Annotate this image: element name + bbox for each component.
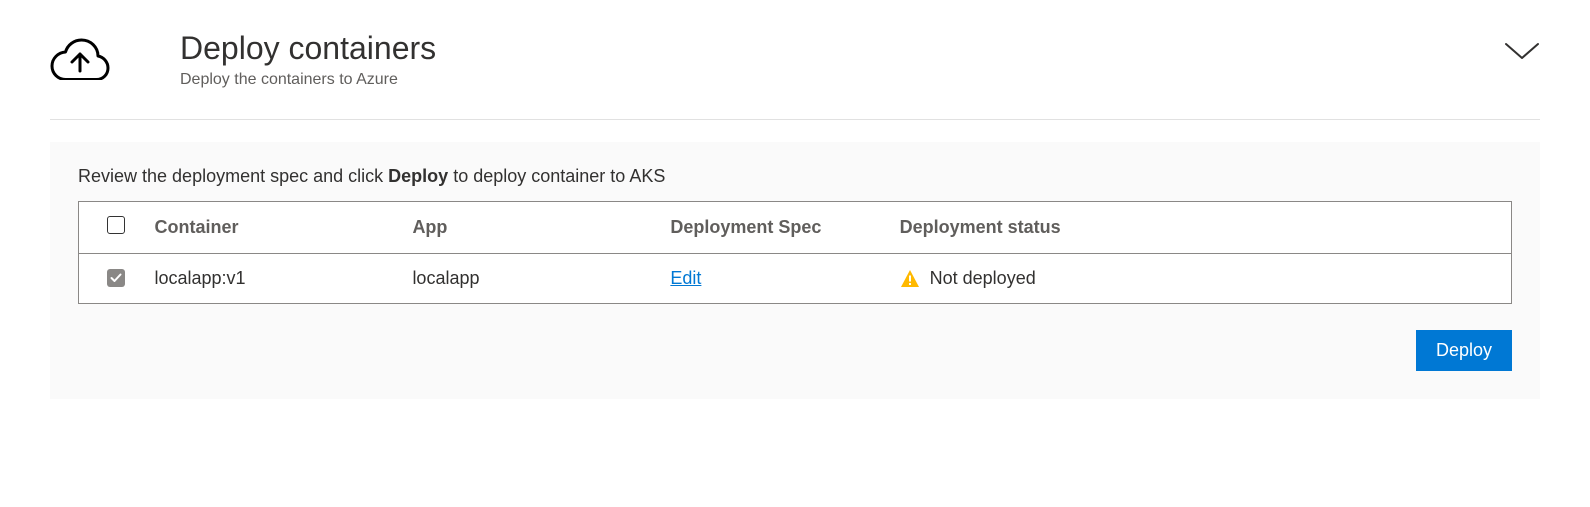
header-app[interactable]: App <box>396 202 654 254</box>
page-subtitle: Deploy the containers to Azure <box>180 71 1434 89</box>
status-text: Not deployed <box>930 268 1036 289</box>
checkmark-icon <box>110 272 122 284</box>
section-header: Deploy containers Deploy the containers … <box>50 30 1540 120</box>
chevron-down-icon <box>1504 42 1540 62</box>
deploy-button[interactable]: Deploy <box>1416 330 1512 371</box>
edit-spec-link[interactable]: Edit <box>670 268 701 288</box>
footer: Deploy <box>78 330 1512 371</box>
instruction-suffix: to deploy container to AKS <box>448 166 665 186</box>
table-header-row: Container App Deployment Spec Deployment… <box>79 202 1512 254</box>
content-panel: Review the deployment spec and click Dep… <box>50 142 1540 399</box>
table-row: localapp:v1 localapp Edit Not deployed <box>79 254 1512 304</box>
instruction-text: Review the deployment spec and click Dep… <box>78 166 1512 187</box>
cell-container: localapp:v1 <box>139 254 397 304</box>
row-checkbox[interactable] <box>107 269 125 287</box>
cloud-upload-icon <box>50 38 110 85</box>
header-container[interactable]: Container <box>139 202 397 254</box>
page-title: Deploy containers <box>180 30 1434 67</box>
instruction-bold: Deploy <box>388 166 448 186</box>
status-cell: Not deployed <box>900 268 1495 289</box>
instruction-prefix: Review the deployment spec and click <box>78 166 388 186</box>
select-all-checkbox[interactable] <box>107 216 125 234</box>
containers-table: Container App Deployment Spec Deployment… <box>78 201 1512 304</box>
header-status[interactable]: Deployment status <box>884 202 1512 254</box>
header-spec[interactable]: Deployment Spec <box>654 202 883 254</box>
warning-icon <box>900 269 920 289</box>
collapse-toggle[interactable] <box>1504 42 1540 67</box>
cell-app: localapp <box>396 254 654 304</box>
